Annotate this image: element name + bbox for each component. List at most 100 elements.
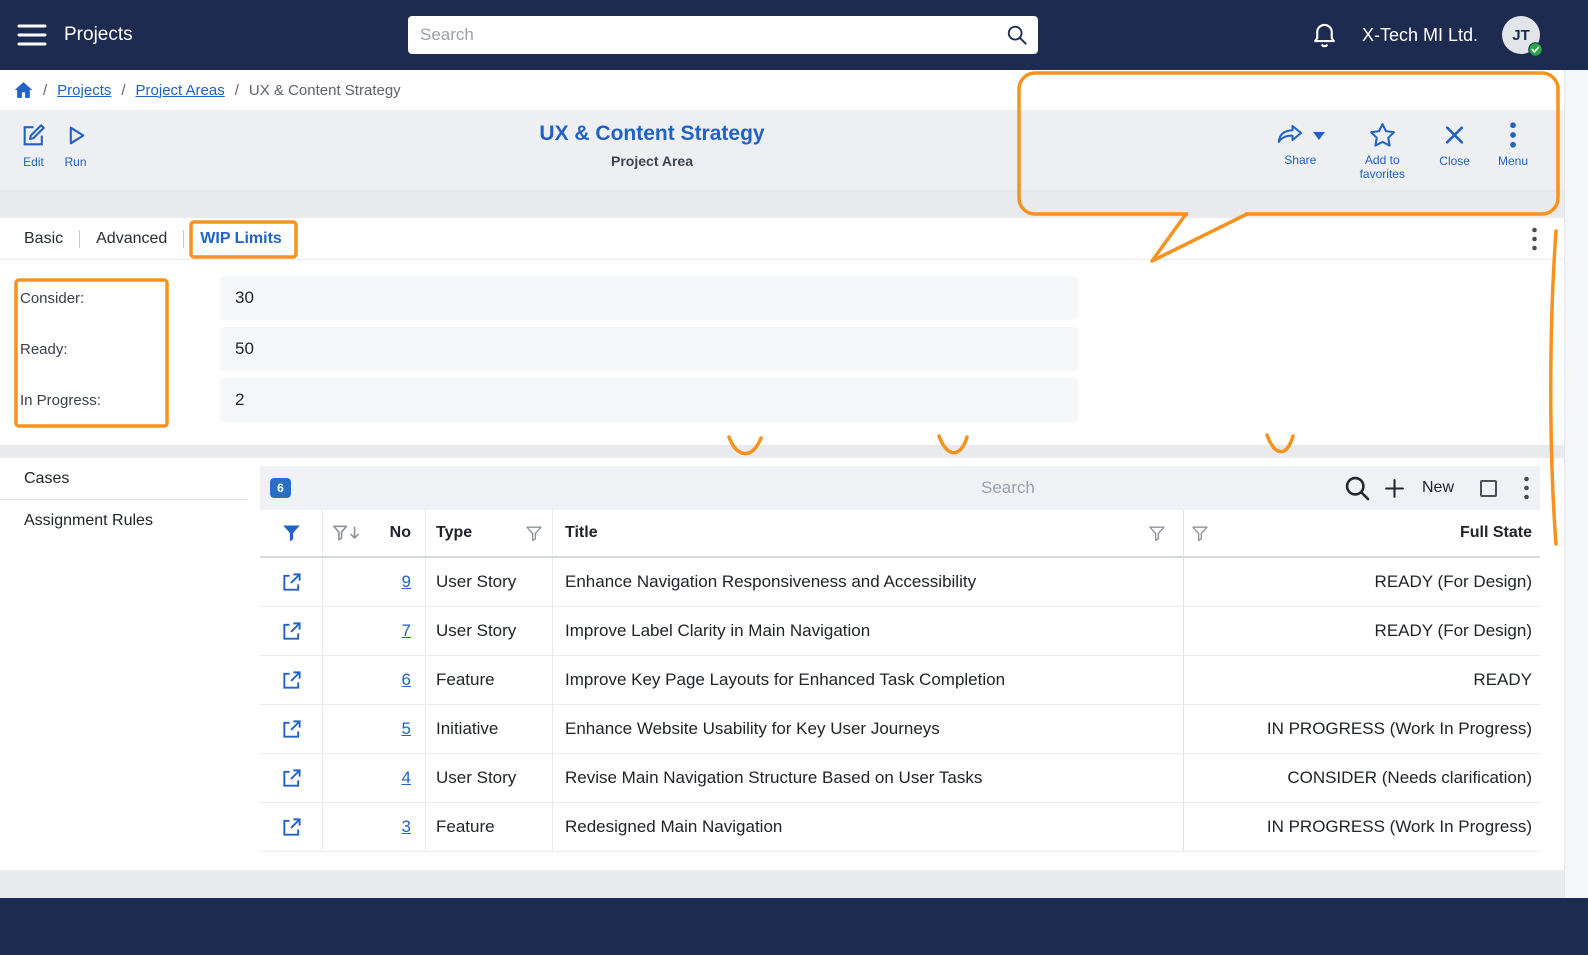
breadcrumb: / Projects / Project Areas / UX & Conten… — [0, 70, 1564, 110]
case-type: Initiative — [425, 705, 552, 753]
cases-search-input[interactable] — [980, 478, 1331, 498]
header-full-state-label: Full State — [1459, 524, 1532, 541]
sort-funnel-icon[interactable] — [333, 524, 360, 542]
global-search-input[interactable] — [408, 25, 1006, 45]
case-no-link[interactable]: 7 — [402, 621, 411, 641]
open-case-external-link-icon[interactable] — [281, 817, 302, 838]
edit-label: Edit — [23, 155, 44, 169]
open-case-external-link-icon[interactable] — [281, 768, 302, 789]
header-menu-button[interactable]: Menu — [1498, 122, 1528, 168]
breadcrumb-separator: / — [43, 81, 48, 99]
case-full-state: IN PROGRESS (Work In Progress) — [1183, 705, 1540, 753]
page-title: UX & Content Strategy — [539, 122, 765, 145]
close-button[interactable]: Close — [1439, 122, 1470, 168]
online-status-icon — [1528, 42, 1543, 57]
run-button[interactable]: Run — [63, 122, 88, 169]
global-search[interactable] — [408, 16, 1038, 54]
hamburger-menu-icon[interactable] — [16, 22, 48, 51]
table-row: 3 Feature Redesigned Main Navigation IN … — [260, 803, 1540, 852]
side-tab-cases[interactable]: Cases — [0, 458, 248, 500]
filter-funnel-icon[interactable] — [282, 524, 301, 542]
breadcrumb-projects[interactable]: Projects — [57, 82, 111, 99]
share-button[interactable]: Share — [1275, 122, 1326, 167]
add-case-plus-icon[interactable] — [1383, 477, 1406, 500]
top-navbar: Projects X-Tech MI Ltd. JT — [0, 0, 1588, 70]
scrollbar-track[interactable] — [1564, 70, 1588, 898]
edit-icon — [20, 122, 47, 152]
tab-basic[interactable]: Basic — [24, 230, 79, 248]
type-filter-funnel-icon[interactable] — [526, 526, 542, 541]
header-state-cell: Full State — [1183, 510, 1540, 556]
open-case-external-link-icon[interactable] — [281, 572, 302, 593]
new-button[interactable]: New — [1422, 479, 1454, 497]
page-subtitle: Project Area — [611, 153, 693, 169]
page-header: Edit Run UX & Content Strategy Project A… — [0, 110, 1564, 190]
cases-table-header: No Type Title Full State — [260, 510, 1540, 558]
table-row: 7 User Story Improve Label Clarity in Ma… — [260, 607, 1540, 656]
cases-table-area: 6 New No — [260, 466, 1540, 852]
cases-toolbar: 6 New — [260, 466, 1540, 510]
cases-search-icon[interactable] — [1343, 474, 1371, 502]
case-no-link[interactable]: 9 — [402, 572, 411, 592]
wip-row-in-progress: In Progress: — [20, 378, 1564, 422]
run-icon — [63, 122, 88, 152]
case-type: User Story — [425, 607, 552, 655]
cases-count-badge: 6 — [270, 478, 291, 498]
table-row: 6 Feature Improve Key Page Layouts for E… — [260, 656, 1540, 705]
case-full-state: READY (For Design) — [1183, 607, 1540, 655]
tab-advanced[interactable]: Advanced — [80, 230, 183, 248]
header-title-label: Title — [565, 524, 598, 541]
tab-wip-limits[interactable]: WIP Limits — [184, 230, 298, 248]
tabs-kebab-menu-icon[interactable] — [1531, 227, 1538, 254]
case-no-link[interactable]: 3 — [402, 817, 411, 837]
wip-row-consider: Consider: — [20, 276, 1564, 320]
header-no-cell: No — [322, 510, 425, 556]
wip-limits-form: Consider: Ready: In Progress: — [0, 260, 1564, 422]
add-to-favorites-button[interactable]: Add to favorites — [1353, 122, 1411, 182]
header-title-cell: Title — [552, 510, 1183, 556]
home-icon[interactable] — [14, 81, 33, 99]
case-no-link[interactable]: 6 — [402, 670, 411, 690]
run-label: Run — [64, 155, 87, 169]
case-type: Feature — [425, 656, 552, 704]
footer-bar — [0, 898, 1588, 955]
search-icon[interactable] — [1006, 24, 1028, 46]
breadcrumb-project-areas[interactable]: Project Areas — [136, 82, 225, 99]
wip-row-ready: Ready: — [20, 327, 1564, 371]
add-to-favorites-label: Add to favorites — [1359, 153, 1405, 181]
settings-tabs: Basic Advanced WIP Limits — [0, 218, 1564, 260]
case-no-link[interactable]: 5 — [402, 719, 411, 739]
title-filter-funnel-icon[interactable] — [1149, 526, 1165, 541]
cases-card: Cases Assignment Rules 6 New — [0, 458, 1564, 870]
settings-card: Basic Advanced WIP Limits Consider: Read… — [0, 218, 1564, 445]
ready-label: Ready: — [20, 340, 68, 358]
case-full-state: READY (For Design) — [1183, 558, 1540, 606]
case-full-state: IN PROGRESS (Work In Progress) — [1183, 803, 1540, 851]
side-tab-assignment-rules[interactable]: Assignment Rules — [0, 500, 248, 542]
toolbar-kebab-menu-icon[interactable] — [1523, 476, 1530, 500]
case-title: Improve Label Clarity in Main Navigation — [552, 607, 1183, 655]
state-filter-funnel-icon[interactable] — [1192, 526, 1208, 541]
breadcrumb-current: UX & Content Strategy — [248, 81, 401, 99]
cases-side-tabs: Cases Assignment Rules — [0, 458, 248, 542]
app-title: Projects — [64, 24, 133, 45]
header-type-label: Type — [436, 524, 473, 541]
close-label: Close — [1439, 154, 1470, 168]
share-icon — [1275, 122, 1305, 150]
open-case-external-link-icon[interactable] — [281, 670, 302, 691]
kebab-menu-icon — [1509, 122, 1517, 151]
multi-select-icon[interactable] — [1480, 479, 1497, 497]
avatar[interactable]: JT — [1502, 16, 1543, 57]
close-icon — [1443, 122, 1466, 151]
in-progress-input[interactable] — [220, 378, 1078, 422]
edit-button[interactable]: Edit — [20, 122, 47, 169]
share-dropdown-caret-icon[interactable] — [1313, 129, 1326, 143]
case-type: User Story — [425, 558, 552, 606]
case-no-link[interactable]: 4 — [402, 768, 411, 788]
notifications-bell-icon[interactable] — [1311, 21, 1338, 50]
case-title: Improve Key Page Layouts for Enhanced Ta… — [552, 656, 1183, 704]
consider-input[interactable] — [220, 276, 1078, 320]
open-case-external-link-icon[interactable] — [281, 719, 302, 740]
open-case-external-link-icon[interactable] — [281, 621, 302, 642]
ready-input[interactable] — [220, 327, 1078, 371]
